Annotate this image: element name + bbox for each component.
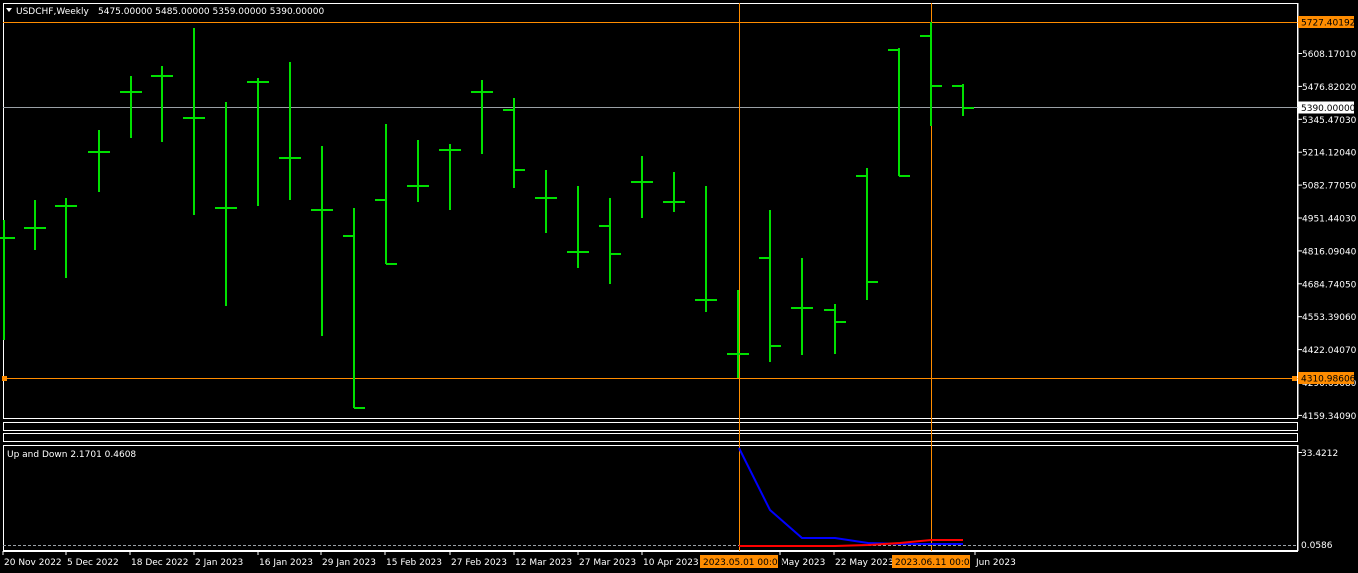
time-highlight-1: 2023.05.01 00:00 [703,558,784,568]
chart-canvas[interactable]: USDCHF,Weekly 5475.00000 5485.00000 5359… [0,0,1358,573]
hline-handle-right[interactable] [1292,376,1297,381]
time-tick-label: 27 Mar 2023 [579,558,636,568]
time-tick-label: 15 Feb 2023 [386,558,442,568]
price-tick-label: 4816.09040 [1302,247,1357,257]
price-tick-label: 5082.77050 [1302,182,1357,192]
time-tick-label: Jun 2023 [975,558,1016,568]
dropdown-triangle-icon[interactable] [6,8,12,12]
price-label-bottom: 4310.98606 [1301,375,1356,385]
price-label-top: 5727.40192 [1301,19,1355,29]
price-tick-label: 4553.39060 [1302,313,1357,323]
ohlc-values: 5475.00000 5485.00000 5359.00000 5390.00… [98,7,324,17]
time-tick-label: 10 Apr 2023 [643,558,699,568]
price-tick-label: 5608.17010 [1302,50,1357,60]
symbol-label: USDCHF,Weekly [16,7,89,17]
time-tick-label: May 2023 [781,558,825,568]
time-tick-label: 2 Jan 2023 [195,558,243,568]
price-tick-label: 4159.34090 [1302,412,1357,422]
time-tick-label: 16 Jan 2023 [259,558,313,568]
price-tick-label: 5214.12040 [1302,149,1357,159]
price-tick-label: 4422.04070 [1302,346,1357,356]
panel-separator-2[interactable] [3,433,1298,442]
price-tick-label: 4951.44030 [1302,215,1357,225]
time-tick-label: 5 Dec 2022 [67,558,119,568]
price-tick-label: 5345.47030 [1302,116,1357,126]
indicator-blue-line [738,447,963,545]
price-tick-label: 5476.82020 [1302,83,1357,93]
price-bars [0,22,974,409]
main-panel-border [3,3,1298,419]
time-tick-label: 22 May 2023 [835,558,894,568]
indicator-tick-top: 33.4212 [1301,449,1338,459]
indicator-tick-bottom: 0.0586 [1301,541,1333,551]
time-tick-label: 20 Nov 2022 [4,558,62,568]
price-axis: 5608.17010 5476.82020 5345.47030 5214.12040… [1297,3,1357,422]
indicator-panel-border [3,445,1298,551]
time-tick-label: 27 Feb 2023 [451,558,507,568]
hline-handle-left[interactable] [2,376,7,381]
price-tick-label: 4684.74050 [1302,280,1357,290]
current-price-label: 5390.00000 [1301,104,1356,114]
panel-separator-1[interactable] [3,422,1298,431]
time-tick-label: 29 Jan 2023 [322,558,376,568]
time-axis: 20 Nov 2022 5 Dec 2022 18 Dec 2022 2 Jan 20… [2,551,1298,568]
time-tick-label: 18 Dec 2022 [131,558,189,568]
indicator-label: Up and Down 2.1701 0.4608 [7,450,136,460]
time-highlight-2: 2023.06.11 00:00 [895,558,976,568]
time-tick-label: 12 Mar 2023 [515,558,572,568]
